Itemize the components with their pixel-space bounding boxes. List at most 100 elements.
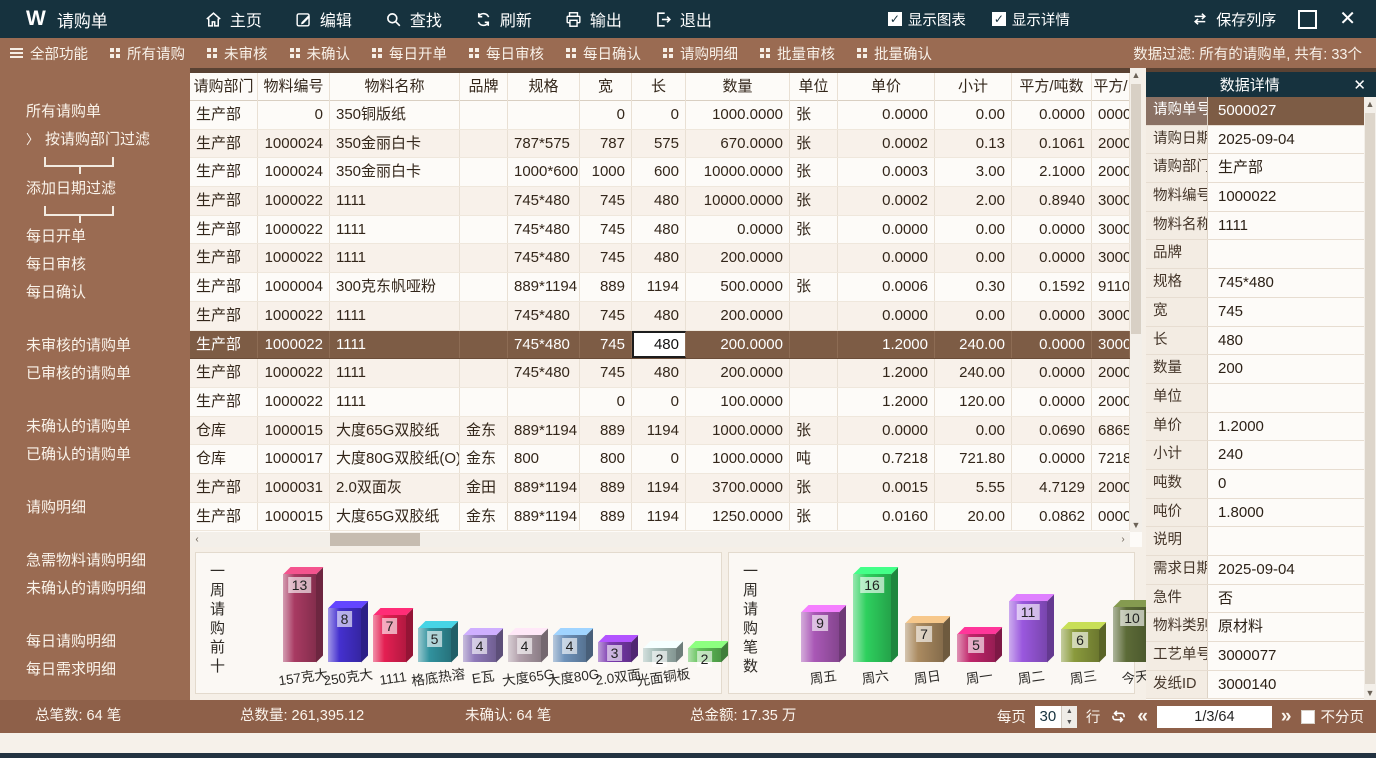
column-header-平方/吨数[interactable]: 平方/吨数 — [1012, 73, 1092, 101]
cell[interactable]: 1000022 — [258, 302, 330, 330]
cell[interactable]: 1250.0000 — [686, 503, 790, 531]
detail-scrollbar-thumb[interactable] — [1365, 113, 1375, 684]
cell[interactable]: 0.1592 — [1012, 273, 1092, 301]
cell[interactable]: 金东 — [460, 417, 508, 445]
ribbon-item-批量审核[interactable]: 批量审核 — [760, 43, 835, 64]
cell[interactable]: 2000 — [1092, 130, 1130, 158]
cell[interactable]: 1000017 — [258, 445, 330, 473]
column-header-单位[interactable]: 单位 — [790, 73, 838, 101]
detail-scroll-up-icon[interactable]: ▲ — [1364, 97, 1376, 111]
cell[interactable]: 2000 — [1092, 359, 1130, 387]
cell[interactable]: 0.0006 — [838, 273, 935, 301]
column-header-数量[interactable]: 数量 — [686, 73, 790, 101]
cell[interactable]: 0.0000 — [686, 216, 790, 244]
cell[interactable]: 7218 — [1092, 445, 1130, 473]
cell[interactable] — [460, 388, 508, 416]
no-paging-toggle[interactable]: 不分页 — [1301, 706, 1365, 727]
scroll-down-icon[interactable]: ▼ — [1130, 518, 1142, 532]
column-header-小计[interactable]: 小计 — [935, 73, 1012, 101]
scroll-up-icon[interactable]: ▲ — [1130, 68, 1142, 82]
next-page-button[interactable]: » — [1281, 706, 1292, 728]
cell[interactable]: 480 — [632, 302, 686, 330]
cell[interactable]: 张 — [790, 187, 838, 215]
horizontal-scrollbar-thumb[interactable] — [330, 533, 420, 546]
cell[interactable]: 721.80 — [935, 445, 1012, 473]
cell[interactable]: 0 — [580, 388, 632, 416]
cell[interactable]: 生产部 — [190, 158, 258, 186]
cell[interactable]: 0.0000 — [1012, 445, 1092, 473]
cell[interactable]: 1194 — [632, 273, 686, 301]
cell[interactable]: 480 — [632, 187, 686, 215]
cell[interactable]: 大度65G双胶纸 — [330, 503, 460, 531]
cell[interactable]: 3000 — [1092, 244, 1130, 272]
ribbon-item-未审核[interactable]: 未审核 — [207, 43, 268, 64]
stepper-arrows[interactable]: ▲▼ — [1061, 706, 1077, 728]
table-row[interactable]: 生产部10000221111745*480745480200.00000.000… — [190, 302, 1130, 331]
cell[interactable]: 745 — [580, 244, 632, 272]
column-header-物料编号[interactable]: 物料编号 — [258, 73, 330, 101]
ribbon-item-未确认[interactable]: 未确认 — [290, 43, 351, 64]
detail-scrollbar[interactable]: ▲ ▼ — [1364, 97, 1376, 700]
cell[interactable]: 1000022 — [258, 187, 330, 215]
column-header-宽[interactable]: 宽 — [580, 73, 632, 101]
cell[interactable]: 787 — [580, 130, 632, 158]
cell[interactable]: 1000022 — [258, 244, 330, 272]
cell[interactable]: 889 — [580, 273, 632, 301]
cell[interactable]: 1000022 — [258, 359, 330, 387]
cell[interactable]: 大度80G双胶纸(O) — [330, 445, 460, 473]
cell[interactable]: 仓库 — [190, 445, 258, 473]
sidebar-item-添加日期过滤[interactable]: 添加日期过滤 — [0, 175, 190, 203]
cell[interactable]: 生产部 — [190, 101, 258, 129]
cell[interactable]: 9110 — [1092, 273, 1130, 301]
cell[interactable]: 0.0000 — [838, 302, 935, 330]
reload-page-icon[interactable] — [1109, 707, 1128, 726]
menu-item-编辑[interactable]: 编辑 — [294, 7, 352, 31]
cell[interactable] — [790, 388, 838, 416]
ribbon-item-请购明细[interactable]: 请购明细 — [663, 43, 738, 64]
sidebar-item-按请购部门过滤[interactable]: 〉按请购部门过滤 — [0, 126, 190, 154]
cell[interactable]: 0.0000 — [838, 417, 935, 445]
cell[interactable]: 2.00 — [935, 187, 1012, 215]
cell[interactable]: 800 — [580, 445, 632, 473]
cell[interactable]: 0.0002 — [838, 130, 935, 158]
sidebar-item-未确认的请购明细[interactable]: 未确认的请购明细 — [0, 575, 190, 603]
table-row[interactable]: 生产部10000312.0双面灰金田889*119488911943700.00… — [190, 474, 1130, 503]
cell[interactable]: 745*480 — [508, 244, 580, 272]
cell[interactable]: 吨 — [790, 445, 838, 473]
no-paging-checkbox[interactable] — [1301, 710, 1315, 724]
sidebar-item-已确认的请购单[interactable]: 已确认的请购单 — [0, 441, 190, 469]
cell[interactable]: 0.00 — [935, 244, 1012, 272]
cell[interactable]: 745*480 — [508, 359, 580, 387]
save-column-order-button[interactable]: 保存列序 — [1191, 9, 1276, 30]
cell[interactable]: 350金丽白卡 — [330, 130, 460, 158]
cell[interactable]: 6865 — [1092, 417, 1130, 445]
cell[interactable] — [460, 302, 508, 330]
cell[interactable]: 745 — [580, 187, 632, 215]
ribbon-item-全部功能[interactable]: 全部功能 — [10, 43, 88, 64]
cell[interactable]: 0.0000 — [1012, 302, 1092, 330]
cell[interactable]: 生产部 — [190, 216, 258, 244]
cell[interactable] — [460, 359, 508, 387]
sidebar-item-每日审核[interactable]: 每日审核 — [0, 251, 190, 279]
cell[interactable]: 745*480 — [508, 331, 580, 359]
cell[interactable]: 1000.0000 — [686, 445, 790, 473]
table-row[interactable]: 生产部10000221111745*48074548010000.0000张0.… — [190, 187, 1130, 216]
cell[interactable]: 0 — [258, 101, 330, 129]
cell[interactable]: 1000 — [580, 158, 632, 186]
sidebar-item-每日需求明细[interactable]: 每日需求明细 — [0, 656, 190, 684]
cell[interactable]: 0.0003 — [838, 158, 935, 186]
sidebar-item-已审核的请购单[interactable]: 已审核的请购单 — [0, 360, 190, 388]
cell[interactable]: 2000 — [1092, 158, 1130, 186]
table-row[interactable]: 生产部1000024350金丽白卡787*575787575670.0000张0… — [190, 130, 1130, 159]
per-page-value[interactable]: 30 — [1035, 706, 1061, 728]
table-row[interactable]: 生产部1000024350金丽白卡1000*600100060010000.00… — [190, 158, 1130, 187]
cell[interactable]: 300克东帆哑粉 — [330, 273, 460, 301]
cell[interactable]: 0.0000 — [1012, 244, 1092, 272]
stepper-up-icon[interactable]: ▲ — [1062, 706, 1077, 717]
cell[interactable]: 1000022 — [258, 331, 330, 359]
cell[interactable]: 生产部 — [190, 244, 258, 272]
cell[interactable]: 745 — [580, 359, 632, 387]
cell[interactable]: 2.0双面灰 — [330, 474, 460, 502]
cell[interactable]: 0.0000 — [1012, 216, 1092, 244]
cell[interactable] — [460, 273, 508, 301]
